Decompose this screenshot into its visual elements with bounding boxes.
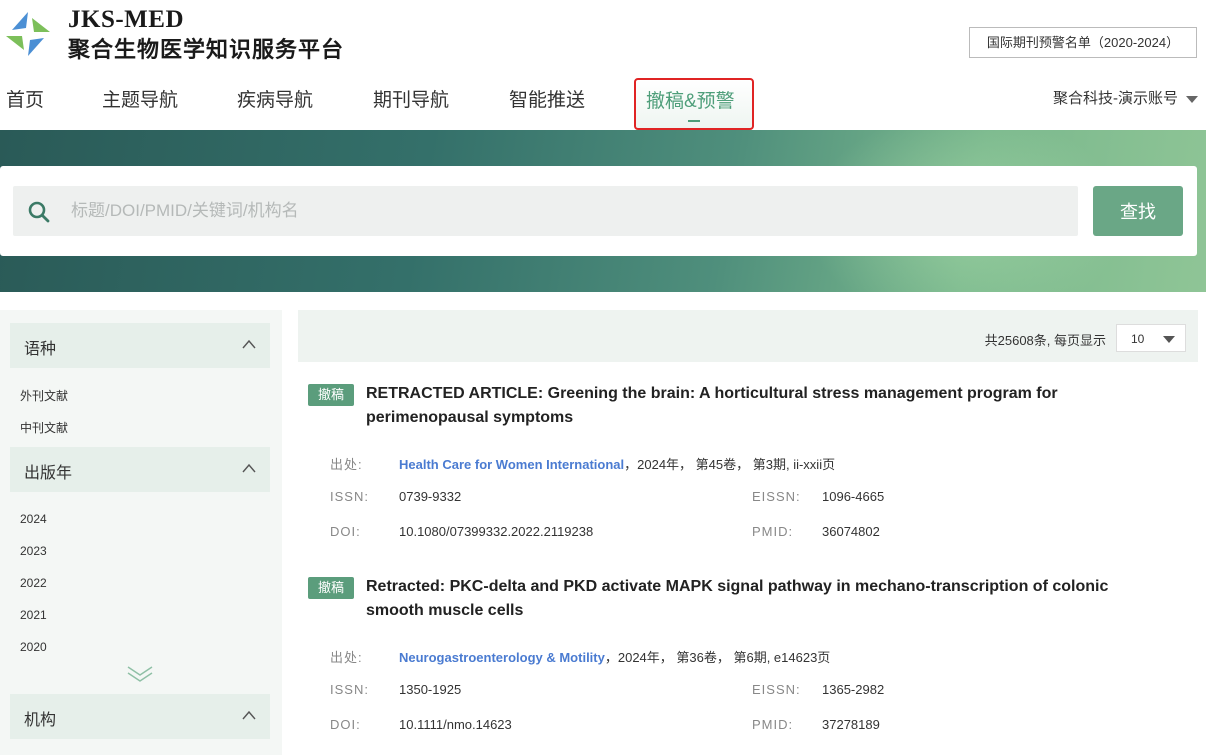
facet-item-year[interactable]: 2020 xyxy=(20,640,47,654)
source-label: 出处: xyxy=(330,457,363,472)
search-card: 查找 xyxy=(0,166,1197,256)
facet-item-year[interactable]: 2021 xyxy=(20,608,47,622)
retracted-badge: 撤稿 xyxy=(308,384,354,406)
facet-label: 语种 xyxy=(24,341,57,358)
source-value: Neurogastroenterology & Motility，2024年， … xyxy=(399,647,830,666)
search-input[interactable] xyxy=(71,186,1061,236)
facet-language-header[interactable]: 语种 xyxy=(10,323,270,368)
search-field xyxy=(13,186,1078,236)
eissn-value: 1096-4665 xyxy=(822,489,885,504)
pmid-label: PMID: xyxy=(752,717,794,732)
facet-item-foreign[interactable]: 外刊文献 xyxy=(20,387,68,404)
logo-icon xyxy=(6,12,50,56)
double-chevron-down-icon[interactable] xyxy=(126,664,154,684)
nav-journal[interactable]: 期刊导航 xyxy=(373,88,449,114)
pmid-value[interactable]: 37278189 xyxy=(822,717,880,732)
search-banner: 查找 xyxy=(0,130,1206,292)
issn-value: 0739-9332 xyxy=(399,489,462,504)
nav-disease[interactable]: 疾病导航 xyxy=(237,88,313,114)
source-value: Health Care for Women International，2024… xyxy=(399,454,835,473)
eissn-label: EISSN: xyxy=(752,489,801,504)
facet-institution-header[interactable]: 机构 xyxy=(10,694,270,739)
search-button[interactable]: 查找 xyxy=(1093,186,1183,236)
nav-topic[interactable]: 主题导航 xyxy=(102,88,178,114)
doi-value[interactable]: 10.1080/07399332.2022.2119238 xyxy=(399,524,593,539)
nav-retraction-highlight: 撤稿&预警 xyxy=(634,78,754,130)
chevron-up-icon xyxy=(242,339,256,349)
doi-label: DOI: xyxy=(330,524,361,539)
facet-label: 出版年 xyxy=(24,465,73,482)
journal-link[interactable]: Neurogastroenterology & Motility xyxy=(399,650,605,665)
results-toolbar: 共25608条, 每页显示 10 xyxy=(298,310,1198,362)
retracted-badge: 撤稿 xyxy=(308,577,354,599)
doi-label: DOI: xyxy=(330,717,361,732)
journal-link[interactable]: Health Care for Women International xyxy=(399,457,624,472)
caret-down-icon xyxy=(1186,95,1198,103)
issn-value: 1350-1925 xyxy=(399,682,462,697)
issn-label: ISSN: xyxy=(330,682,369,697)
facet-label: 机构 xyxy=(24,712,57,729)
main-nav: 首页 主题导航 疾病导航 期刊导航 智能推送 撤稿&预警 聚合科技-演示账号 xyxy=(0,78,1206,130)
facet-item-year[interactable]: 2022 xyxy=(20,576,47,590)
nav-smart-push[interactable]: 智能推送 xyxy=(509,88,585,114)
header: JKS-MED 聚合生物医学知识服务平台 国际期刊预警名单（2020-2024）… xyxy=(0,0,1206,130)
page-size-select[interactable]: 10 xyxy=(1116,324,1186,352)
doi-value[interactable]: 10.1111/nmo.14623 xyxy=(399,717,512,732)
issn-label: ISSN: xyxy=(330,489,369,504)
account-menu[interactable]: 聚合科技-演示账号 xyxy=(1053,87,1198,108)
pmid-value[interactable]: 36074802 xyxy=(822,524,880,539)
filter-sidebar: 语种 外刊文献 中刊文献 出版年 2024 2023 2022 2021 202… xyxy=(0,310,282,755)
facet-year-header[interactable]: 出版年 xyxy=(10,447,270,492)
facet-item-year[interactable]: 2023 xyxy=(20,544,47,558)
nav-active-indicator xyxy=(688,120,700,122)
article-title[interactable]: Retracted: PKC-delta and PKD activate MA… xyxy=(366,575,1146,623)
results-total: 共25608条, 每页显示 xyxy=(984,333,1106,348)
source-detail: ，2024年， 第45卷， 第3期, ii-xxii页 xyxy=(624,457,836,472)
facet-item-chinese[interactable]: 中刊文献 xyxy=(20,419,68,436)
eissn-label: EISSN: xyxy=(752,682,801,697)
pmid-label: PMID: xyxy=(752,524,794,539)
source-detail: ，2024年， 第36卷， 第6期, e14623页 xyxy=(604,650,831,665)
eissn-value: 1365-2982 xyxy=(822,682,885,697)
nav-retraction-warning[interactable]: 撤稿&预警 xyxy=(646,89,735,115)
nav-home[interactable]: 首页 xyxy=(6,88,44,114)
article-title[interactable]: RETRACTED ARTICLE: Greening the brain: A… xyxy=(366,382,1146,430)
journal-warning-list-button[interactable]: 国际期刊预警名单（2020-2024） xyxy=(969,27,1197,58)
facet-item-year[interactable]: 2024 xyxy=(20,512,47,526)
account-name: 聚合科技-演示账号 xyxy=(1053,90,1178,107)
search-icon xyxy=(28,201,50,223)
brand-name-cn: 聚合生物医学知识服务平台 xyxy=(68,37,345,63)
caret-down-icon xyxy=(1163,336,1175,343)
brand-name-en: JKS-MED xyxy=(68,6,184,33)
results-panel: 共25608条, 每页显示 10 撤稿 RETRACTED ARTICLE: G… xyxy=(298,310,1206,755)
source-label: 出处: xyxy=(330,650,363,665)
page-size-value: 10 xyxy=(1131,332,1145,346)
chevron-up-icon xyxy=(242,710,256,720)
chevron-up-icon xyxy=(242,463,256,473)
